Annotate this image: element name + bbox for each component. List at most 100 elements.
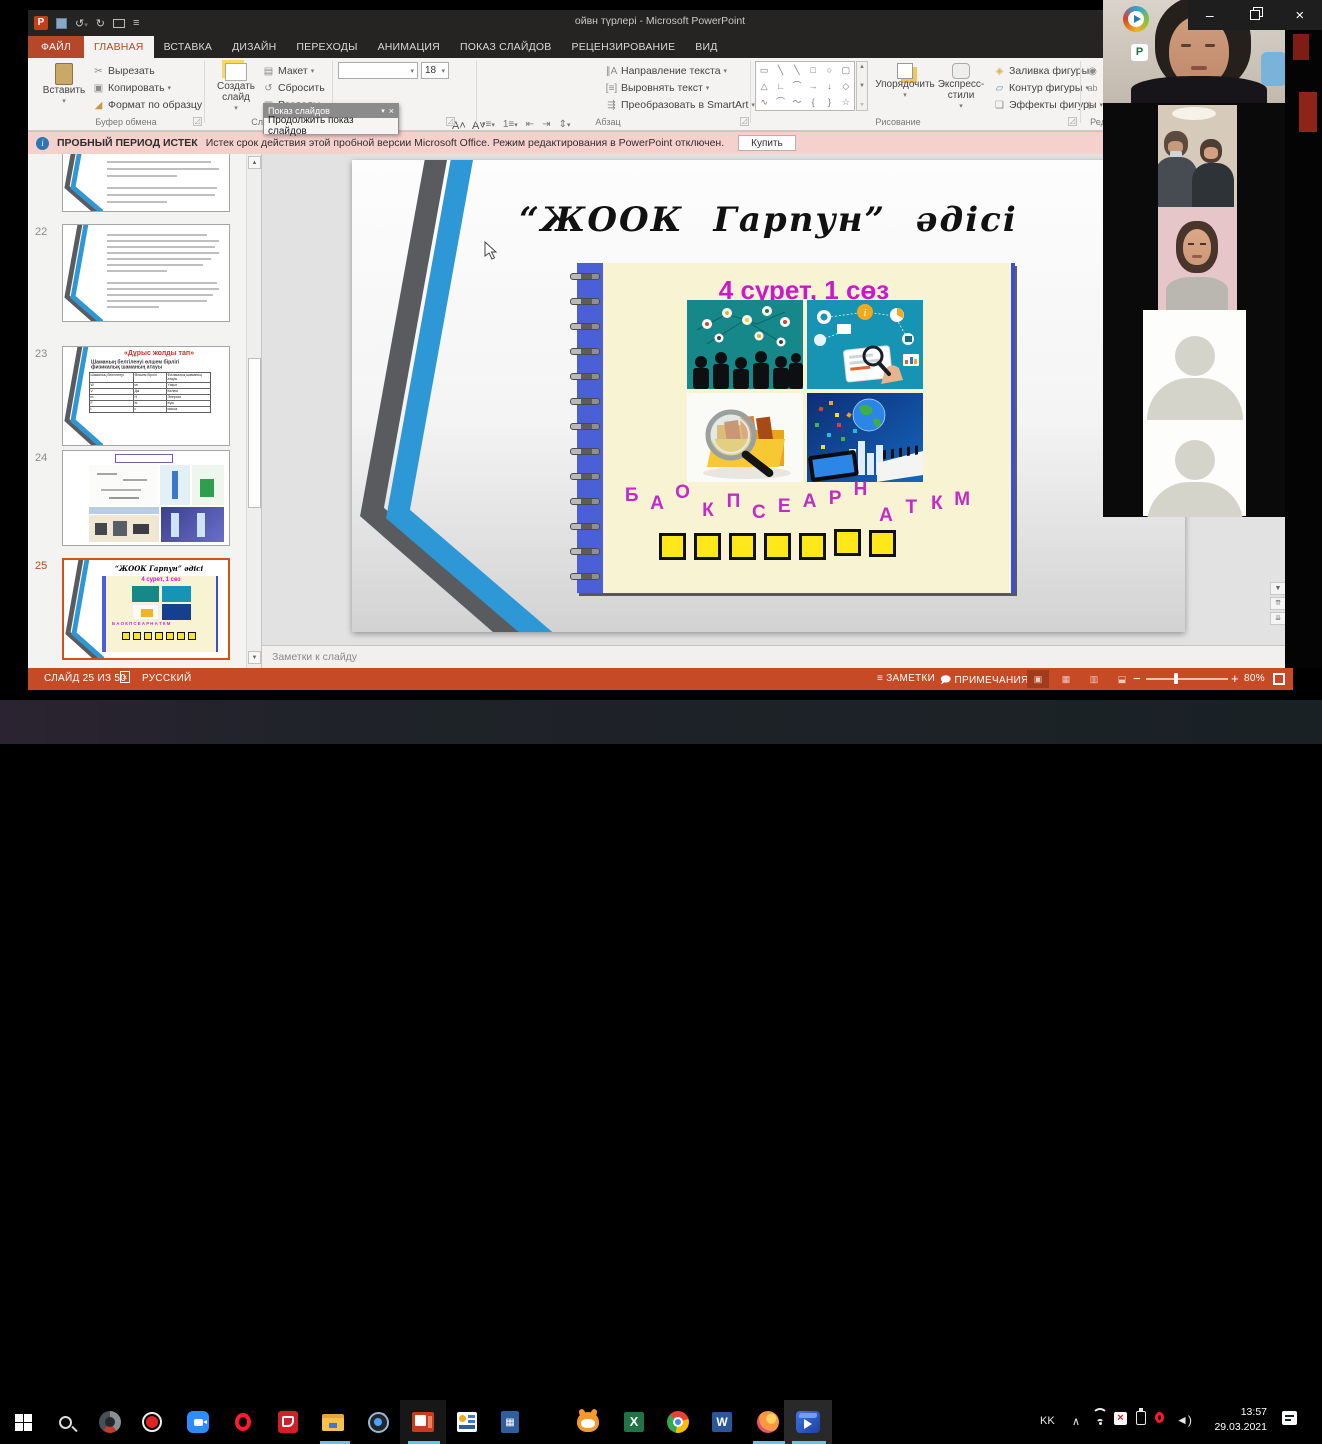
- language-indicator[interactable]: KK: [1040, 1415, 1055, 1427]
- search-icon[interactable]: [51, 1408, 79, 1436]
- tray-expand-icon[interactable]: ∧: [1072, 1415, 1080, 1428]
- shape-arc-icon[interactable]: ⌒: [772, 94, 788, 110]
- comments-toggle[interactable]: 🗩 ПРИМЕЧАНИЯ: [940, 673, 1029, 690]
- firefox-icon[interactable]: [754, 1408, 782, 1436]
- select-button[interactable]: ▷: [1086, 97, 1099, 113]
- close-icon[interactable]: ×: [1295, 7, 1304, 24]
- next-slide-icon[interactable]: ⇊: [1270, 612, 1286, 625]
- volume-icon[interactable]: ◄): [1176, 1413, 1192, 1427]
- thumbnail-slide-25-selected[interactable]: “ЖООК Гарпун” әдісі 4 сурет, 1 сөз Б А О…: [62, 558, 230, 660]
- movies-tv-icon[interactable]: [794, 1408, 822, 1436]
- tab-animation[interactable]: АНИМАЦИЯ: [368, 36, 450, 58]
- popup-dropdown-icon[interactable]: ▾: [381, 107, 385, 115]
- tab-slideshow[interactable]: ПОКАЗ СЛАЙДОВ: [450, 36, 562, 58]
- notification-center-icon[interactable]: [1282, 1411, 1297, 1428]
- slide-title[interactable]: “ЖООК Гарпун” әдісі: [352, 200, 1185, 240]
- fit-slide-icon[interactable]: [1273, 673, 1285, 685]
- font-size-select[interactable]: 18▾: [421, 62, 449, 79]
- zoom-in-icon[interactable]: +: [1231, 671, 1239, 686]
- normal-view-icon[interactable]: ▣: [1027, 670, 1049, 688]
- video-participant-2[interactable]: [1158, 105, 1237, 207]
- zoom-percentage[interactable]: 80%: [1244, 673, 1265, 684]
- font-name-select[interactable]: ▾: [338, 62, 418, 79]
- browser-swirl-icon[interactable]: [96, 1408, 124, 1436]
- shapes-gallery[interactable]: ▭╲╲□○▢ △∟⌒→↓◇ ∿⌒〜{}☆: [755, 61, 855, 111]
- shape-curve-icon[interactable]: ⌒: [789, 78, 805, 94]
- shape-rect-icon[interactable]: □: [805, 62, 821, 78]
- scratch-icon[interactable]: [574, 1408, 602, 1436]
- slide-sorter-icon[interactable]: ▦: [1055, 670, 1077, 688]
- copy-button[interactable]: ▣Копировать▾: [92, 80, 171, 96]
- thumbnail-slide-22[interactable]: [62, 224, 230, 322]
- tab-file[interactable]: ФАЙЛ: [28, 36, 84, 58]
- notes-pane[interactable]: Заметки к слайду: [262, 645, 1292, 668]
- shape-arrow-icon[interactable]: →: [805, 78, 821, 94]
- shape-freeform-icon[interactable]: 〜: [789, 94, 805, 110]
- spellcheck-icon[interactable]: ×: [120, 671, 130, 683]
- align-text-button[interactable]: [≡]Выровнять текст▾: [605, 80, 709, 96]
- slideshow-view-icon[interactable]: ⬓: [1111, 670, 1133, 688]
- opera-icon[interactable]: [229, 1408, 257, 1436]
- chrome-icon[interactable]: [664, 1408, 692, 1436]
- shape-brace-left-icon[interactable]: {: [805, 94, 821, 110]
- language-indicator[interactable]: РУССКИЙ: [142, 673, 192, 684]
- thumbnail-slide-23[interactable]: «Дұрыс жолды тап» Шаманың белгіленуі өлш…: [62, 346, 230, 446]
- shape-callout-icon[interactable]: ◇: [838, 78, 854, 94]
- zoom-slider-handle[interactable]: [1174, 673, 1178, 684]
- opera-tray-icon[interactable]: [1155, 1412, 1164, 1426]
- disconnected-icon[interactable]: ×: [1114, 1412, 1127, 1425]
- scroll-up-icon[interactable]: ▲: [248, 156, 261, 169]
- layout-button[interactable]: ▤Макет▾: [262, 63, 314, 79]
- tab-view[interactable]: ВИД: [685, 36, 727, 58]
- smartart-button[interactable]: ⇶Преобразовать в SmartArt▾: [605, 97, 755, 113]
- red-document-app-icon[interactable]: [274, 1408, 302, 1436]
- shape-down-arrow-icon[interactable]: ↓: [821, 78, 837, 94]
- shape-scribble-icon[interactable]: ∿: [756, 94, 772, 110]
- word-icon[interactable]: W: [708, 1408, 736, 1436]
- shape-arrow-line-icon[interactable]: ╲: [789, 62, 805, 78]
- tab-review[interactable]: РЕЦЕНЗИРОВАНИЕ: [562, 36, 686, 58]
- thumbnail-slide-21[interactable]: [62, 154, 230, 212]
- paragraph-dialog-launcher[interactable]: ◿: [740, 117, 749, 126]
- current-slide[interactable]: “ЖООК Гарпун” әдісі 4 сурет, 1 сөз: [352, 160, 1185, 632]
- replace-button[interactable]: ab: [1086, 80, 1099, 96]
- file-explorer-icon[interactable]: [319, 1408, 347, 1436]
- font-dialog-launcher[interactable]: ◿: [446, 117, 455, 126]
- shape-oval-icon[interactable]: ○: [821, 62, 837, 78]
- zoom-app-icon[interactable]: [184, 1408, 212, 1436]
- tab-design[interactable]: ДИЗАЙН: [222, 36, 286, 58]
- shape-textbox-icon[interactable]: ▭: [756, 62, 772, 78]
- shape-rounded-rect-icon[interactable]: ▢: [838, 62, 854, 78]
- shape-line-icon[interactable]: ╲: [772, 62, 788, 78]
- scrollbar-thumb[interactable]: [248, 358, 261, 508]
- drawing-dialog-launcher[interactable]: ◿: [1068, 117, 1077, 126]
- tab-transitions[interactable]: ПЕРЕХОДЫ: [286, 36, 367, 58]
- format-painter-button[interactable]: ◢Формат по образцу: [92, 97, 202, 113]
- notes-toggle[interactable]: ≡ ЗАМЕТКИ: [877, 673, 935, 684]
- restore-icon[interactable]: [1250, 10, 1260, 20]
- thumbnail-scrollbar[interactable]: ▲ ▼: [246, 154, 262, 668]
- buy-button[interactable]: Купить: [738, 135, 796, 151]
- minimize-icon[interactable]: –: [1206, 7, 1214, 23]
- clock[interactable]: 13:57 29.03.2021: [1203, 1405, 1267, 1435]
- shape-elbow-icon[interactable]: ∟: [772, 78, 788, 94]
- zoom-out-icon[interactable]: −: [1133, 671, 1141, 686]
- excel-icon[interactable]: X: [620, 1408, 648, 1436]
- shape-triangle-icon[interactable]: △: [756, 78, 772, 94]
- tab-insert[interactable]: ВСТАВКА: [154, 36, 222, 58]
- calculator-icon[interactable]: ▦: [496, 1408, 524, 1436]
- usb-icon[interactable]: [1136, 1411, 1146, 1428]
- screen-recorder-icon[interactable]: [364, 1408, 392, 1436]
- numbering-icon[interactable]: 1≡▾: [503, 119, 518, 130]
- reset-button[interactable]: ↺Сбросить: [262, 80, 325, 96]
- office-presentation-icon[interactable]: [453, 1408, 481, 1436]
- resume-slideshow-menu-item[interactable]: Продолжить показ слайдов: [264, 118, 398, 134]
- tab-home[interactable]: ГЛАВНАЯ: [84, 36, 154, 58]
- shape-brace-right-icon[interactable]: }: [821, 94, 837, 110]
- reading-view-icon[interactable]: ▥: [1083, 670, 1105, 688]
- thumbnail-slide-24[interactable]: [62, 450, 230, 546]
- shape-outline-button[interactable]: ▱Контур фигуры▾: [993, 80, 1089, 96]
- bullets-icon[interactable]: •≡▾: [482, 119, 495, 130]
- zoom-slider[interactable]: [1146, 678, 1228, 680]
- notebook-graphic[interactable]: 4 сурет, 1 сөз: [577, 263, 1015, 593]
